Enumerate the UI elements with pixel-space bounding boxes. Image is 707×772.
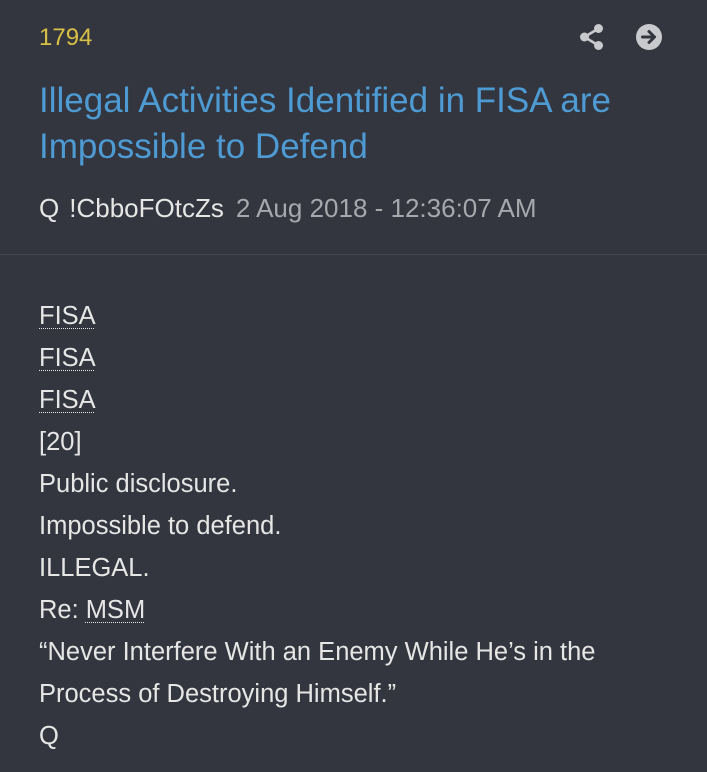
arrow-right-circle-icon [636,24,662,50]
body-line-count: [20] [39,428,82,456]
fisa-abbreviation[interactable]: FISA [39,302,96,330]
tripcode: !CbboFOtcZs [69,193,224,223]
post-number: 1794 [39,24,93,51]
body-line-illegal: ILLEGAL. [39,554,150,582]
body-line-public: Public disclosure. [39,470,238,498]
post-date: 2 Aug 2018 - 12:36:07 AM [235,193,537,223]
share-icon [580,24,603,50]
body-line-quote-1: “Never Interfere With an Enemy While He’… [39,638,596,666]
post-title[interactable]: Illegal Activities Identified in FISA ar… [39,78,679,170]
body-signature: Q [39,722,59,750]
post-header: 1794 Illegal Activities Identified in FI… [0,0,707,255]
body-line: FISA [39,379,679,421]
msm-abbreviation[interactable]: MSM [86,596,146,624]
share-button[interactable] [578,23,606,51]
post-meta: Q !CbboFOtcZs 2 Aug 2018 - 12:36:07 AM [39,191,537,225]
fisa-abbreviation[interactable]: FISA [39,386,96,414]
re-prefix: Re: [39,596,79,624]
body-line-re: Re: MSM [39,589,679,631]
goto-post-button[interactable] [635,23,663,51]
author-name: Q [39,193,60,223]
body-line: FISA [39,295,679,337]
post-body: FISA FISA FISA [20] Public disclosure. I… [39,295,679,757]
body-line-impossible: Impossible to defend. [39,512,282,540]
fisa-abbreviation[interactable]: FISA [39,344,96,372]
body-line: FISA [39,337,679,379]
body-line-quote-2: Process of Destroying Himself.” [39,680,397,708]
